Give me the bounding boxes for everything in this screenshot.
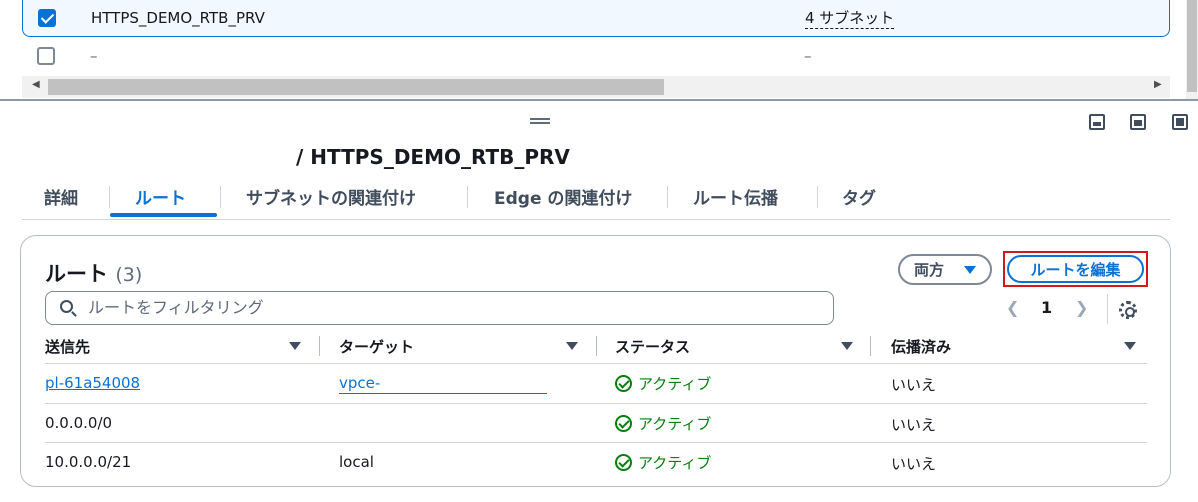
column-header-propagated[interactable]: 伝播済み [891, 336, 951, 357]
row-divider [45, 363, 1147, 364]
row-divider [45, 442, 1147, 443]
routes-panel: ルート (3) 両方 ルートを編集 ❮ 1 ❯ 送信先 ターゲット ステータス … [20, 235, 1171, 487]
tab-bar: 詳細 ルート サブネットの関連付け Edge の関連付け ルート伝播 タグ [22, 176, 1170, 220]
sort-icon[interactable] [566, 342, 578, 350]
next-page-icon[interactable]: ❯ [1075, 298, 1088, 317]
row-checkbox-checked[interactable] [38, 9, 56, 27]
tab-routes[interactable]: ルート [135, 184, 186, 209]
routes-title: ルート [45, 262, 108, 286]
tab-divider [817, 186, 818, 208]
sort-icon[interactable] [1124, 342, 1136, 350]
scrollbar-thumb[interactable] [48, 79, 664, 95]
column-header-status[interactable]: ステータス [615, 336, 690, 357]
status-badge: アクティブ [615, 373, 711, 394]
drag-handle-icon[interactable] [530, 118, 550, 124]
horizontal-scrollbar[interactable]: ◀ ▶ [22, 76, 1170, 98]
column-divider[interactable] [870, 336, 871, 356]
column-divider[interactable] [319, 336, 320, 356]
tab-divider [220, 186, 221, 208]
table-row[interactable]: HTTPS_DEMO_RTB_PRV 4 サブネット [22, 0, 1170, 37]
route-table-name: HTTPS_DEMO_RTB_PRV [91, 9, 265, 27]
page-number[interactable]: 1 [1041, 298, 1052, 317]
propagated-value: いいえ [891, 416, 937, 434]
split-divider [0, 99, 1198, 101]
tab-edge-associations[interactable]: Edge の関連付け [494, 184, 632, 209]
column-header-target[interactable]: ターゲット [339, 336, 414, 357]
prev-page-icon[interactable]: ❮ [1006, 298, 1019, 317]
search-input[interactable] [88, 298, 788, 317]
search-field[interactable] [45, 291, 834, 325]
table-row[interactable]: – – [22, 37, 1170, 74]
tab-tags[interactable]: タグ [842, 184, 876, 209]
panel-bottom-icon[interactable] [1089, 114, 1105, 130]
propagated-value: いいえ [891, 376, 937, 394]
filter-dropdown[interactable]: 両方 [898, 254, 992, 285]
destination-link[interactable]: pl-61a54008 [45, 374, 140, 392]
target-link[interactable]: vpce- [339, 374, 380, 392]
gear-icon[interactable] [1119, 301, 1137, 319]
routes-count: (3) [115, 264, 143, 286]
route-table-name: – [90, 46, 98, 65]
page-title: / HTTPS_DEMO_RTB_PRV [296, 145, 570, 169]
status-text: アクティブ [638, 375, 712, 393]
status-badge: アクティブ [615, 413, 711, 434]
tab-route-propagation[interactable]: ルート伝播 [693, 184, 778, 209]
sort-icon[interactable] [289, 342, 301, 350]
edit-routes-button[interactable]: ルートを編集 [1007, 255, 1144, 283]
propagated-value: いいえ [891, 455, 937, 473]
vertical-scrollbar[interactable] [1186, 0, 1198, 100]
active-tab-indicator [110, 213, 217, 217]
subnet-count-link[interactable]: 4 サブネット [805, 7, 895, 29]
column-header-destination[interactable]: 送信先 [45, 336, 90, 357]
status-text: アクティブ [638, 415, 712, 433]
status-text: アクティブ [638, 454, 712, 472]
row-divider [45, 403, 1147, 404]
tab-divider [667, 186, 668, 208]
subnet-count: – [804, 46, 812, 65]
row-checkbox[interactable] [37, 46, 55, 65]
scrollbar-thumb[interactable] [1187, 0, 1197, 92]
column-divider[interactable] [596, 336, 597, 356]
tab-divider [109, 186, 110, 208]
search-icon [60, 300, 73, 313]
sort-icon[interactable] [841, 342, 853, 350]
destination-value: 0.0.0.0/0 [45, 414, 113, 432]
target-link-underline [339, 393, 547, 394]
pager-divider [1107, 294, 1108, 324]
tab-subnet-associations[interactable]: サブネットの関連付け [246, 184, 416, 209]
target-value: local [339, 453, 374, 471]
tab-divider [467, 186, 468, 208]
check-circle-icon [615, 454, 632, 471]
scroll-left-icon[interactable]: ◀ [32, 79, 40, 90]
panel-side-icon[interactable] [1130, 114, 1146, 130]
scroll-right-icon[interactable]: ▶ [1154, 79, 1162, 90]
caret-down-icon [964, 266, 976, 274]
destination-value: 10.0.0.0/21 [45, 453, 132, 471]
routes-heading: ルート (3) [45, 258, 142, 288]
check-circle-icon [615, 375, 632, 392]
filter-dropdown-label: 両方 [914, 261, 945, 279]
check-circle-icon [615, 415, 632, 432]
panel-full-icon[interactable] [1172, 114, 1188, 130]
status-badge: アクティブ [615, 452, 711, 473]
tab-details[interactable]: 詳細 [44, 184, 78, 209]
